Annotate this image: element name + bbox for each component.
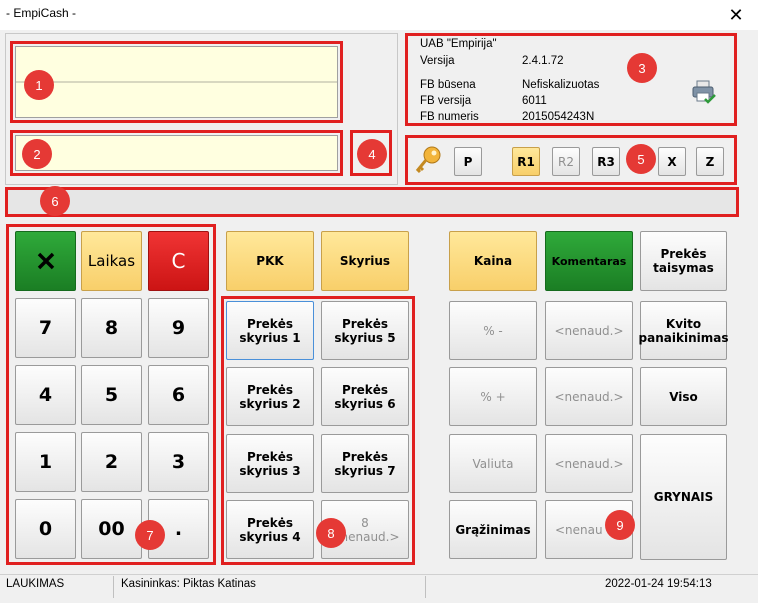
skyrius-button[interactable]: Skyrius [321, 231, 409, 291]
department-3-line2: skyrius 3 [239, 463, 301, 478]
cancel-receipt-line2: panaikinimas [638, 330, 729, 345]
time-button[interactable]: Laikas [81, 231, 142, 291]
display-divider [16, 81, 337, 83]
cash-button[interactable]: GRYNAIS [640, 434, 727, 560]
unused-button-1[interactable]: <nenaud.> [545, 301, 633, 360]
cancel-receipt-button[interactable]: Kvito panaikinimas [638, 301, 729, 360]
check-x-icon [37, 252, 54, 270]
digit-9-button[interactable]: 9 [148, 298, 209, 358]
clear-button[interactable]: C [148, 231, 209, 291]
cancel-receipt-line1: Kvito [665, 316, 702, 331]
digit-00-button[interactable]: 00 [81, 499, 142, 559]
digit-0-button[interactable]: 0 [15, 499, 76, 559]
confirm-button[interactable] [15, 231, 76, 291]
department-7-line2: skyrius 7 [334, 463, 396, 478]
comment-button[interactable]: Komentaras [545, 231, 633, 291]
department-6-button[interactable]: Prekės skyrius 6 [321, 367, 409, 426]
marker-5: 5 [626, 144, 656, 174]
display-field [15, 46, 338, 118]
unused-button-3[interactable]: <nenaud.> [545, 434, 633, 493]
edit-item-line2: taisymas [653, 261, 714, 275]
department-6-line2: skyrius 6 [334, 396, 396, 411]
department-3-button[interactable]: Prekės skyrius 3 [226, 434, 314, 493]
window-title: - EmpiCash - [6, 6, 77, 20]
status-mode: LAUKIMAS [6, 578, 65, 590]
marker-9: 9 [605, 510, 635, 540]
marker-4: 4 [357, 139, 387, 169]
department-4-line2: skyrius 4 [239, 529, 301, 544]
device-info-box: UAB "Empirija" Versija 2.4.1.72 FB būsen… [405, 33, 737, 126]
digit-2-button[interactable]: 2 [81, 432, 142, 492]
fb-version-label: FB versija [420, 95, 472, 107]
digit-6-button[interactable]: 6 [148, 365, 209, 425]
close-button[interactable]: ✕ [714, 0, 758, 30]
currency-button[interactable]: Valiuta [449, 434, 537, 493]
r1-button[interactable]: R1 [512, 147, 540, 176]
digit-5-button[interactable]: 5 [81, 365, 142, 425]
marker-1: 1 [24, 70, 54, 100]
marker-2: 2 [22, 139, 52, 169]
message-bar [5, 187, 739, 217]
department-5-line2: skyrius 5 [334, 330, 396, 345]
department-3-line1: Prekės [246, 449, 294, 464]
marker-6: 6 [40, 186, 70, 216]
department-5-line1: Prekės [341, 316, 389, 331]
digit-1-button[interactable]: 1 [15, 432, 76, 492]
version-label: Versija [420, 55, 455, 67]
printer-ok-icon [690, 78, 718, 106]
fb-status-label: FB būsena [420, 79, 476, 91]
z-report-button[interactable]: Z [696, 147, 724, 176]
department-4-button[interactable]: Prekės skyrius 4 [226, 500, 314, 559]
fb-status-value: Nefiskalizuotas [522, 79, 600, 91]
edit-item-button[interactable]: Prekės taisymas [640, 231, 727, 291]
digit-4-button[interactable]: 4 [15, 365, 76, 425]
input-highlight-2 [10, 130, 343, 176]
company-name: UAB "Empirija" [420, 38, 497, 50]
department-2-line2: skyrius 2 [239, 396, 301, 411]
close-icon: ✕ [728, 4, 744, 25]
unused-button-2[interactable]: <nenaud.> [545, 367, 633, 426]
department-5-button[interactable]: Prekės skyrius 5 [321, 301, 409, 360]
department-1-line1: Prekės [246, 316, 294, 331]
department-1-line2: skyrius 1 [239, 330, 301, 345]
department-8-line1: 8 [361, 515, 369, 530]
display-highlight-1 [10, 41, 343, 123]
department-4-line1: Prekės [246, 515, 294, 530]
digit-7-button[interactable]: 7 [15, 298, 76, 358]
version-value: 2.4.1.72 [522, 55, 564, 67]
r2-button[interactable]: R2 [552, 147, 580, 176]
department-2-line1: Prekės [246, 382, 294, 397]
discount-button[interactable]: % - [449, 301, 537, 360]
markup-button[interactable]: % + [449, 367, 537, 426]
price-button[interactable]: Kaina [449, 231, 537, 291]
department-1-button[interactable]: Prekės skyrius 1 [226, 301, 314, 360]
marker-8: 8 [316, 518, 346, 548]
marker-7: 7 [135, 520, 165, 550]
department-2-button[interactable]: Prekės skyrius 2 [226, 367, 314, 426]
pkk-button[interactable]: PKK [226, 231, 314, 291]
title-bar: - EmpiCash - ✕ [0, 0, 758, 30]
fiscal-buttons-box: P R1 R2 R3 X Z [405, 135, 737, 185]
status-separator-1 [113, 576, 114, 598]
status-cashier: Kasininkas: Piktas Katinas [121, 578, 256, 590]
x-report-button[interactable]: X [658, 147, 686, 176]
fb-version-value: 6011 [522, 95, 547, 107]
fb-number-label: FB numeris [420, 111, 479, 123]
status-separator-2 [425, 576, 426, 598]
key-icon[interactable] [414, 145, 442, 175]
r3-button[interactable]: R3 [592, 147, 620, 176]
edit-item-line1: Prekės [660, 247, 707, 261]
input-field[interactable] [15, 135, 338, 171]
digit-3-button[interactable]: 3 [148, 432, 209, 492]
status-datetime: 2022-01-24 19:54:13 [605, 578, 712, 590]
department-7-line1: Prekės [341, 449, 389, 464]
department-7-button[interactable]: Prekės skyrius 7 [321, 434, 409, 493]
fb-number-value: 2015054243N [522, 111, 595, 123]
department-6-line1: Prekės [341, 382, 389, 397]
total-button[interactable]: Viso [640, 367, 727, 426]
marker-3: 3 [627, 53, 657, 83]
p-button[interactable]: P [454, 147, 482, 176]
refund-button[interactable]: Grąžinimas [449, 500, 537, 559]
digit-8-button[interactable]: 8 [81, 298, 142, 358]
